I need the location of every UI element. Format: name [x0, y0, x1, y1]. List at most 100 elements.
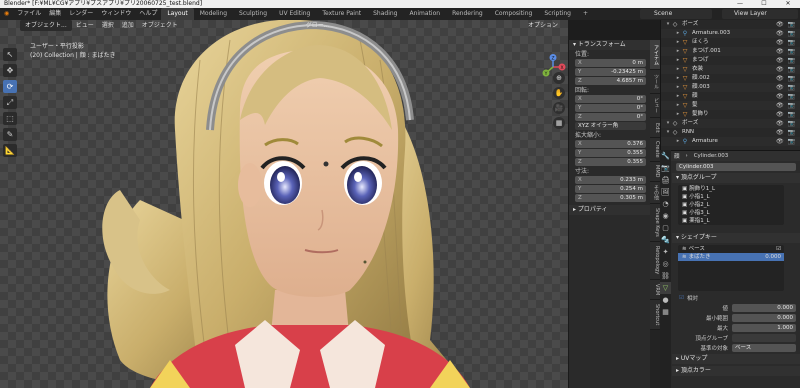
value-field[interactable]: 値 0.000 — [676, 303, 796, 312]
outliner-row[interactable]: ▸ ▽ まつげ.001 👁 📷 — [661, 47, 800, 56]
range-max-input[interactable]: 1.000 — [732, 323, 796, 332]
mesh-data-tab-icon[interactable]: ▽ — [660, 282, 671, 294]
outliner-row[interactable]: ▸ ⚲ Armature.003 👁 📷 — [661, 29, 800, 38]
visibility-toggle-icon[interactable]: 👁 📷 — [776, 47, 796, 56]
texture-tab-icon[interactable]: ▦ — [660, 306, 671, 318]
tab-modeling[interactable]: Modeling — [194, 8, 233, 20]
tab-edit[interactable]: Edit — [650, 118, 660, 138]
transform-orientation-dropdown[interactable]: グロー... — [302, 20, 334, 31]
menu-object[interactable]: オブジェクト — [138, 20, 182, 31]
object-tab-icon[interactable]: ▢ — [660, 222, 671, 234]
value-input[interactable]: 0.000 — [732, 303, 796, 312]
visibility-toggle-icon[interactable]: 👁 📷 — [776, 74, 796, 83]
camera-icon[interactable]: 🎥 — [553, 102, 565, 114]
modifier-tab-icon[interactable]: 🔩 — [660, 234, 671, 246]
menu-select[interactable]: 選択 — [98, 20, 118, 31]
tab-item[interactable]: アイテム — [650, 40, 660, 70]
world-tab-icon[interactable]: ◉ — [660, 210, 671, 222]
tab-shading[interactable]: Shading — [367, 8, 403, 20]
tab-animation[interactable]: Animation — [403, 8, 446, 20]
scale-y-field[interactable]: Y 0.355 — [575, 149, 646, 157]
maximize-icon[interactable]: ☐ — [752, 0, 776, 8]
constraints-tab-icon[interactable]: ⛓ — [660, 270, 671, 282]
location-x-field[interactable]: X 0 m — [575, 59, 646, 67]
material-tab-icon[interactable]: ● — [660, 294, 671, 306]
scale-x-field[interactable]: X 0.376 — [575, 140, 646, 148]
vertex-group-field[interactable]: 頂点グループ — [676, 333, 796, 342]
visibility-toggle-icon[interactable]: 👁 📷 — [776, 20, 796, 29]
transform-panel-header[interactable]: ▾ トランスフォーム — [569, 40, 650, 50]
menu-render[interactable]: レンダー — [65, 8, 97, 20]
outliner-row[interactable]: ▾ ◇ ボーズ 👁 📷 — [661, 119, 800, 128]
visibility-toggle-icon[interactable]: 👁 📷 — [776, 119, 796, 128]
tab-compositing[interactable]: Compositing — [489, 8, 539, 20]
scale-z-field[interactable]: Z 0.355 — [575, 158, 646, 166]
visibility-toggle-icon[interactable]: 👁 📷 — [776, 101, 796, 110]
tab-misc[interactable]: その他 — [650, 182, 660, 204]
visibility-toggle-icon[interactable]: 👁 📷 — [776, 29, 796, 38]
mesh-datablock-field[interactable]: Cylinder.003 — [676, 162, 796, 171]
menu-edit[interactable]: 編集 — [45, 8, 65, 20]
tab-rendering[interactable]: Rendering — [446, 8, 489, 20]
location-y-field[interactable]: Y -0.23425 m — [575, 68, 646, 76]
menu-add[interactable]: 追加 — [118, 20, 138, 31]
visibility-toggle-icon[interactable]: 👁 📷 — [776, 128, 796, 137]
select-tool-icon[interactable]: ↖ — [3, 48, 17, 61]
uv-maps-header[interactable]: ▸ UVマップ — [672, 354, 800, 364]
outliner-row[interactable]: ▸ ⚲ Armature 👁 📷 — [661, 137, 800, 146]
shape-keys-list[interactable]: ≋ ベース ☑ ≋ まばたき 0.000 — [678, 245, 784, 291]
vertex-colors-header[interactable]: ▸ 頂点カラー — [672, 366, 800, 376]
list-item[interactable]: ▣ 小指3_L — [678, 209, 784, 217]
tab-texture-paint[interactable]: Texture Paint — [316, 8, 367, 20]
visibility-toggle-icon[interactable]: 👁 📷 — [776, 83, 796, 92]
outliner-row[interactable]: ▾ ◇ RNN 👁 📷 — [661, 128, 800, 137]
view-layer-tab-icon[interactable]: 🖼 — [660, 186, 671, 198]
rotation-x-field[interactable]: X 0° — [575, 95, 646, 103]
outliner-row[interactable]: ▸ ▽ ほくろ 👁 📷 — [661, 38, 800, 47]
list-item[interactable]: ▣ 小指1_L — [678, 193, 784, 201]
properties-panel-header[interactable]: ▸ プロパティ — [569, 205, 650, 215]
tab-mmd[interactable]: MMD — [650, 162, 660, 182]
tab-shape-keys[interactable]: Shape Keys — [650, 204, 660, 242]
menu-help[interactable]: ヘルプ — [135, 8, 161, 20]
output-tab-icon[interactable]: 🖨 — [660, 174, 671, 186]
physics-tab-icon[interactable]: ◎ — [660, 258, 671, 270]
rotation-y-field[interactable]: Y 0° — [575, 104, 646, 112]
outliner-row[interactable]: ▸ ▽ 髪 👁 📷 — [661, 101, 800, 110]
visibility-toggle-icon[interactable]: 👁 📷 — [776, 110, 796, 119]
range-min-input[interactable]: 0.000 — [732, 313, 796, 322]
rotation-mode-dropdown[interactable]: XYZ オイラー角 — [575, 122, 646, 130]
measure-tool-icon[interactable]: 📐 — [3, 144, 17, 157]
move-tool-icon[interactable]: ✥ — [3, 64, 17, 77]
relative-to-value[interactable]: ベース — [732, 343, 796, 352]
menu-file[interactable]: ファイル — [13, 8, 45, 20]
grid-icon[interactable]: ▦ — [553, 117, 565, 129]
close-icon[interactable]: ✕ — [776, 0, 800, 8]
list-item[interactable]: ▣ 小指2_L — [678, 201, 784, 209]
outliner-row[interactable]: ▸ ▽ 衣装 👁 📷 — [661, 65, 800, 74]
vertex-groups-header[interactable]: ▾ 頂点グループ — [672, 173, 800, 183]
shape-key-checkbox[interactable]: ☑ — [776, 245, 784, 253]
outliner-row[interactable]: ▸ ▽ 髪飾り 👁 📷 — [661, 110, 800, 119]
shape-keys-header[interactable]: ▾ シェイプキー — [672, 233, 800, 243]
visibility-toggle-icon[interactable]: 👁 📷 — [776, 65, 796, 74]
outliner-row[interactable]: ▸ ▽ 顔.003 👁 📷 — [661, 83, 800, 92]
minimize-icon[interactable]: — — [728, 0, 752, 8]
tab-sculpting[interactable]: Sculpting — [233, 8, 273, 20]
outliner-row[interactable]: ▸ ▽ 顔 👁 📷 — [661, 92, 800, 101]
rotate-tool-icon[interactable]: ⟳ — [3, 80, 17, 93]
render-tab-icon[interactable]: 📷 — [660, 162, 671, 174]
menu-view[interactable]: ビュー — [72, 20, 98, 31]
range-min-field[interactable]: 最小範囲 0.000 — [676, 313, 796, 322]
scene-selector[interactable]: Scene — [640, 9, 712, 19]
scene-tab-icon[interactable]: ◔ — [660, 198, 671, 210]
add-workspace-button[interactable]: + — [577, 8, 594, 20]
tab-tool[interactable]: ツール — [650, 70, 660, 94]
visibility-toggle-icon[interactable]: 👁 📷 — [776, 56, 796, 65]
list-item[interactable]: ▣ 薬指1_L — [678, 217, 784, 225]
list-item[interactable]: ≋ ベース ☑ — [678, 245, 784, 253]
outliner-row[interactable]: ▸ ▽ 顔.002 👁 📷 — [661, 74, 800, 83]
tab-create[interactable]: Create — [650, 138, 660, 162]
zoom-icon[interactable]: ⊕ — [553, 72, 565, 84]
annotate-tool-icon[interactable]: ✎ — [3, 128, 17, 141]
